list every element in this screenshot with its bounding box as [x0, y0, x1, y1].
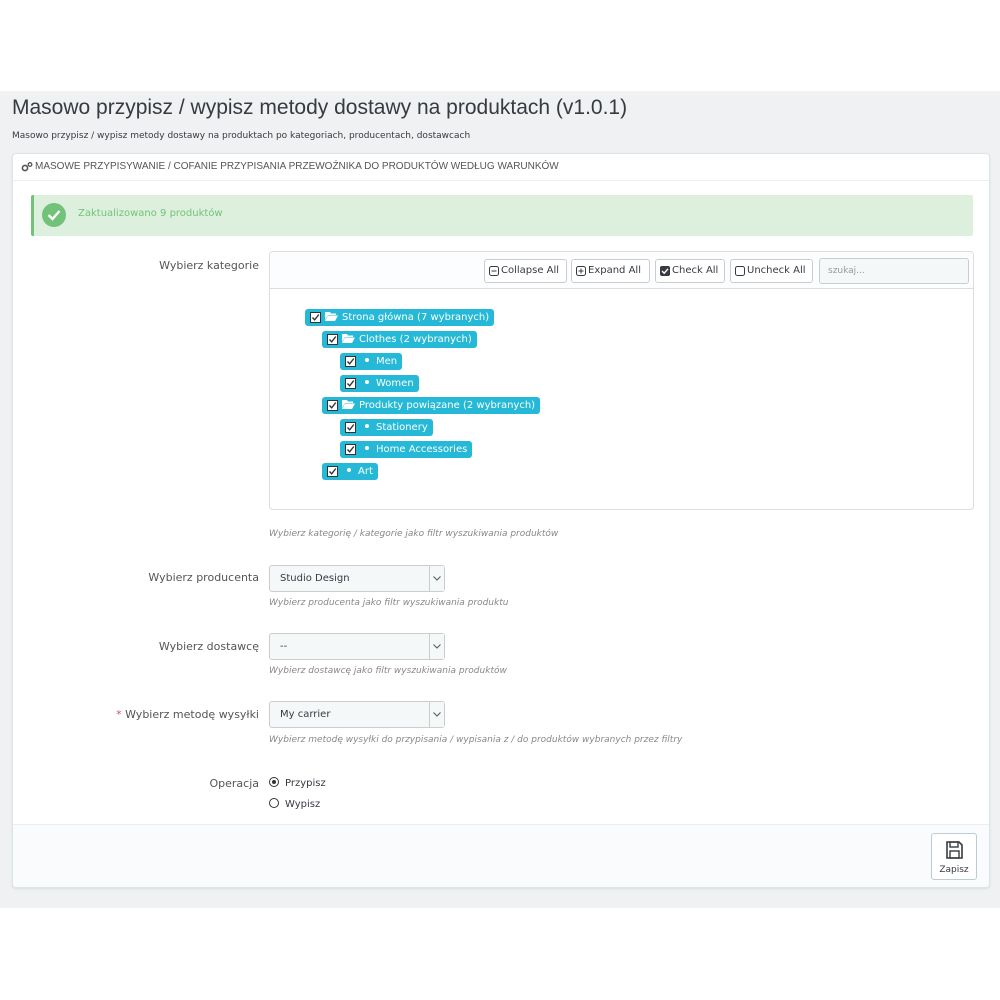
check-all-button[interactable]: Check All [655, 259, 725, 283]
category-help: Wybierz kategorię / kategorie jako filtr… [269, 529, 559, 539]
tree-node-label: Clothes (2 wybranych) [359, 334, 472, 345]
checkbox-checked-icon[interactable] [310, 312, 321, 323]
tree-node-art[interactable]: Art [322, 463, 378, 480]
tree-node-label: Art [358, 466, 373, 477]
expand-icon [576, 266, 586, 276]
bullet-icon [365, 358, 369, 362]
panel-heading: MASOWE PRZYPISYWANIE / COFANIE PRZYPISAN… [13, 154, 989, 181]
bullet-icon [365, 424, 369, 428]
supplier-select[interactable]: -- [269, 633, 445, 660]
main-panel: MASOWE PRZYPISYWANIE / COFANIE PRZYPISAN… [12, 153, 990, 888]
save-button[interactable]: Zapisz [931, 833, 977, 880]
manufacturer-value: Studio Design [280, 573, 350, 584]
tree-node-women[interactable]: Women [340, 375, 419, 392]
unchecked-box-icon [735, 266, 745, 276]
uncheck-all-label: Uncheck All [747, 265, 806, 276]
tree-node-label: Women [376, 378, 414, 389]
supplier-label: Wybierz dostawcę [158, 640, 259, 653]
collapse-all-button[interactable]: Collapse All [484, 259, 567, 283]
page-subtitle: Masowo przypisz / wypisz metody dostawy … [12, 131, 471, 141]
tree-toolbar: Collapse All Expand All Check All Unchec… [270, 252, 973, 289]
bullet-icon [365, 380, 369, 384]
floppy-disk-icon [946, 841, 963, 859]
manufacturer-select[interactable]: Studio Design [269, 565, 445, 592]
radio-wypisz-label: Wypisz [285, 799, 321, 810]
tree-node-clothes[interactable]: Clothes (2 wybranych) [322, 331, 477, 348]
carrier-label: * Wybierz metodę wysyłki [116, 708, 259, 721]
tree-node-label: Produkty powiązane (2 wybranych) [359, 400, 536, 411]
category-label: Wybierz kategorie [159, 259, 259, 272]
checkbox-checked-icon[interactable] [345, 378, 356, 389]
supplier-help: Wybierz dostawcę jako filtr wyszukiwania… [269, 666, 507, 676]
tree-search-input[interactable]: szukaj... [819, 258, 969, 284]
checked-box-icon [660, 266, 670, 276]
carrier-label-text: Wybierz metodę wysyłki [125, 708, 259, 721]
chevron-down-icon [429, 702, 444, 727]
checkbox-checked-icon[interactable] [345, 356, 356, 367]
tree-node-men[interactable]: Men [340, 353, 403, 370]
supplier-value: -- [280, 641, 288, 652]
tree-node-home-accessories[interactable]: Home Accessories [340, 441, 473, 458]
checkbox-checked-icon[interactable] [345, 444, 356, 455]
alert-text: Zaktualizowano 9 produktów [78, 208, 223, 219]
panel-footer: Zapisz [13, 824, 989, 887]
bullet-icon [365, 446, 369, 450]
tree-node-label: Home Accessories [376, 444, 468, 455]
carrier-help: Wybierz metodę wysyłki do przypisania / … [269, 735, 683, 745]
folder-open-icon [325, 312, 338, 321]
panel-heading-text: MASOWE PRZYPISYWANIE / COFANIE PRZYPISAN… [35, 161, 559, 172]
cogs-icon [21, 161, 33, 173]
uncheck-all-button[interactable]: Uncheck All [730, 259, 813, 283]
required-mark: * [116, 708, 122, 721]
checkbox-checked-icon[interactable] [345, 422, 356, 433]
tree-node-label: Strona główna (7 wybranych) [342, 312, 490, 323]
checkbox-checked-icon[interactable] [327, 400, 338, 411]
success-alert: Zaktualizowano 9 produktów [31, 195, 973, 236]
tree-node-strona-glowna[interactable]: Strona główna (7 wybranych) [305, 309, 495, 326]
save-label: Zapisz [939, 865, 969, 875]
check-circle-icon [42, 203, 66, 227]
expand-all-label: Expand All [588, 265, 641, 276]
carrier-select[interactable]: My carrier [269, 701, 445, 728]
radio-selected-icon[interactable] [269, 777, 279, 787]
folder-open-icon [342, 400, 355, 409]
carrier-value: My carrier [280, 709, 331, 720]
radio-unselected-icon[interactable] [269, 798, 279, 808]
check-all-label: Check All [672, 265, 719, 276]
radio-przypisz-label: Przypisz [285, 778, 326, 789]
page-title: Masowo przypisz / wypisz metody dostawy … [12, 96, 628, 119]
manufacturer-help: Wybierz producenta jako filtr wyszukiwan… [269, 598, 509, 608]
folder-open-icon [342, 334, 355, 343]
collapse-icon [489, 266, 499, 276]
collapse-all-label: Collapse All [501, 265, 560, 276]
bullet-icon [347, 468, 351, 472]
checkbox-checked-icon[interactable] [327, 334, 338, 345]
category-tree-panel: Collapse All Expand All Check All Unchec… [269, 251, 974, 510]
tree-node-label: Stationery [376, 422, 428, 433]
tree-node-produkty-powiazane[interactable]: Produkty powiązane (2 wybranych) [322, 397, 541, 414]
checkbox-checked-icon[interactable] [327, 466, 338, 477]
radio-przypisz[interactable]: Przypisz [269, 777, 326, 789]
tree-node-label: Men [376, 356, 398, 367]
tree-node-stationery[interactable]: Stationery [340, 419, 433, 436]
chevron-down-icon [429, 566, 444, 591]
expand-all-button[interactable]: Expand All [571, 259, 650, 283]
operation-label: Operacja [209, 777, 259, 790]
radio-wypisz[interactable]: Wypisz [269, 798, 320, 810]
chevron-down-icon [429, 634, 444, 659]
manufacturer-label: Wybierz producenta [148, 571, 259, 584]
